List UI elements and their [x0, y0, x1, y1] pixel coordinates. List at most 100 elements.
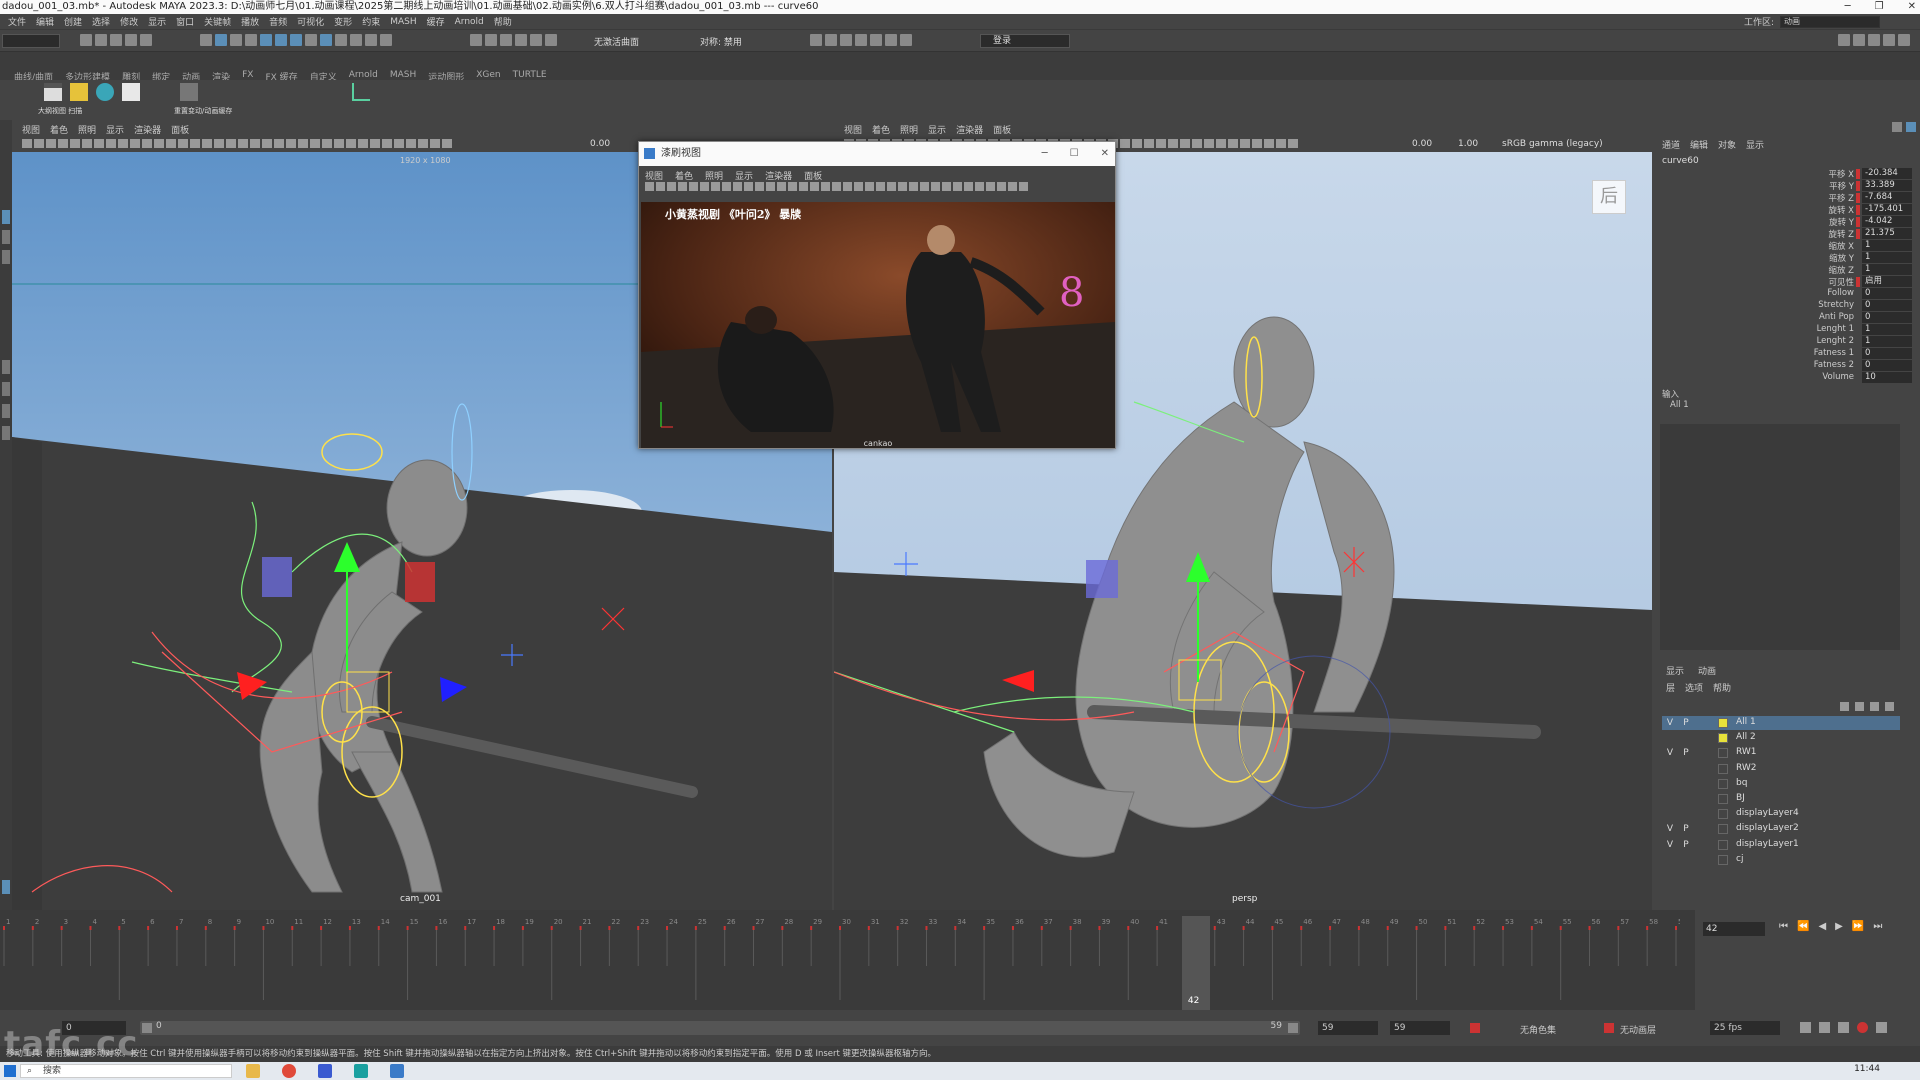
- pause-viewport-icon[interactable]: [900, 34, 912, 46]
- panel-pin-icon[interactable]: [1906, 122, 1916, 132]
- snap-curve-icon[interactable]: [485, 34, 497, 46]
- attr-value[interactable]: 1: [1862, 336, 1912, 347]
- sphere-shelf-icon[interactable]: [96, 83, 114, 101]
- mask-curves-icon[interactable]: [290, 34, 302, 46]
- anim-prefs-icon[interactable]: [1857, 1022, 1868, 1033]
- menu-audio[interactable]: 音频: [269, 15, 287, 28]
- attr-rotate-z[interactable]: 旋转 Z 21.375: [1760, 228, 1912, 240]
- layer-color-swatch[interactable]: [1718, 718, 1728, 728]
- layer-playback-toggle[interactable]: P: [1680, 823, 1692, 835]
- right-view-menu[interactable]: 视图: [844, 123, 862, 136]
- select-object-icon[interactable]: [215, 34, 227, 46]
- layer-menu-help[interactable]: 帮助: [1713, 681, 1731, 694]
- attr-fatness-2[interactable]: Fatness 20: [1760, 360, 1912, 372]
- new-scene-icon[interactable]: [80, 34, 92, 46]
- move-layer-down-icon[interactable]: [1855, 702, 1864, 711]
- move-layer-up-icon[interactable]: [1840, 702, 1849, 711]
- attr-value[interactable]: 10: [1862, 372, 1912, 383]
- layer-playback-toggle[interactable]: [1680, 808, 1692, 820]
- layer-color-swatch[interactable]: [1718, 854, 1728, 865]
- reset-cache-shelf-icon[interactable]: [180, 83, 198, 101]
- menu-windows[interactable]: 窗口: [176, 15, 194, 28]
- character-set-label[interactable]: 无角色集: [1520, 1023, 1556, 1036]
- app-icon[interactable]: [318, 1064, 332, 1078]
- current-frame-field[interactable]: 42: [1703, 922, 1765, 936]
- outliner-shelf-icon[interactable]: [44, 83, 62, 101]
- attr-translate-x[interactable]: 平移 X -20.384: [1760, 168, 1912, 180]
- left-renderer-menu[interactable]: 渲染器: [134, 123, 161, 136]
- lasso-icon[interactable]: [245, 34, 257, 46]
- menu-playback[interactable]: 播放: [241, 15, 259, 28]
- view-cube-back[interactable]: 后: [1592, 180, 1626, 214]
- layer-playback-toggle[interactable]: P: [1680, 839, 1692, 851]
- layer-playback-toggle[interactable]: [1680, 854, 1692, 866]
- layer-row[interactable]: displayLayer4: [1662, 807, 1900, 821]
- redo-icon[interactable]: [140, 34, 152, 46]
- menu-arnold[interactable]: Arnold: [455, 17, 484, 27]
- layout-two-icon[interactable]: [2, 404, 10, 418]
- settings-icon[interactable]: [1876, 1022, 1887, 1033]
- layer-color-swatch[interactable]: [1718, 763, 1728, 774]
- layer-menu-options[interactable]: 选项: [1685, 681, 1703, 694]
- menu-file[interactable]: 文件: [8, 15, 26, 28]
- snap-grid-icon[interactable]: [470, 34, 482, 46]
- minimize-icon[interactable]: ─: [1845, 0, 1851, 14]
- cache-playback-icon[interactable]: [1819, 1022, 1830, 1033]
- new-empty-layer-icon[interactable]: [1870, 702, 1879, 711]
- attr-value[interactable]: 启用: [1862, 276, 1912, 287]
- attr-value[interactable]: -4.042: [1862, 216, 1912, 227]
- attr-lenght-2[interactable]: Lenght 21: [1760, 336, 1912, 348]
- right-exposure-value[interactable]: 0.00: [1412, 139, 1432, 149]
- layer-visibility-toggle[interactable]: V: [1664, 839, 1676, 851]
- attribute-editor-icon[interactable]: [1853, 34, 1865, 46]
- channel-box-menu-show[interactable]: 显示: [1746, 138, 1764, 151]
- fps-dropdown[interactable]: 25 fps: [1710, 1021, 1780, 1035]
- menu-deform[interactable]: 变形: [334, 15, 352, 28]
- history-icon[interactable]: [810, 34, 822, 46]
- render-view-icon[interactable]: [825, 34, 837, 46]
- tool-settings-icon[interactable]: [1868, 34, 1880, 46]
- undo-icon[interactable]: [125, 34, 137, 46]
- attr-value[interactable]: 0: [1862, 360, 1912, 371]
- right-gamma-value[interactable]: 1.00: [1458, 139, 1478, 149]
- layer-visibility-toggle[interactable]: [1664, 793, 1676, 805]
- attr-value[interactable]: 33.389: [1862, 180, 1912, 191]
- float-panels-menu[interactable]: 面板: [804, 169, 822, 182]
- snap-view-plane-icon[interactable]: [530, 34, 542, 46]
- outliner-icon[interactable]: [1898, 34, 1910, 46]
- channel-box-icon[interactable]: [1883, 34, 1895, 46]
- render-frame-icon[interactable]: [840, 34, 852, 46]
- right-renderer-menu[interactable]: 渲染器: [956, 123, 983, 136]
- layer-color-swatch[interactable]: [1718, 778, 1728, 789]
- menu-set-dropdown[interactable]: [2, 34, 60, 48]
- save-scene-icon[interactable]: [110, 34, 122, 46]
- open-scene-icon[interactable]: [95, 34, 107, 46]
- layer-row[interactable]: bq: [1662, 777, 1900, 791]
- attr-stretchy[interactable]: Stretchy 0: [1760, 300, 1912, 312]
- render-settings-icon[interactable]: [870, 34, 882, 46]
- paint-tool-icon[interactable]: [2, 250, 10, 264]
- lasso-tool-icon[interactable]: [2, 230, 10, 244]
- step-back-frame-icon[interactable]: ◀︎: [1818, 921, 1826, 932]
- attr-scale-z[interactable]: 缩放 Z1: [1760, 264, 1912, 276]
- attr-lenght-1[interactable]: Lenght 11: [1760, 324, 1912, 336]
- step-forward-key-icon[interactable]: ⏩: [1852, 921, 1864, 932]
- select-tool-icon[interactable]: [2, 210, 10, 224]
- mask-dynamics-icon[interactable]: [335, 34, 347, 46]
- attr-value[interactable]: 0: [1862, 300, 1912, 311]
- layer-color-swatch[interactable]: [1718, 733, 1728, 744]
- attr-value[interactable]: -20.384: [1862, 168, 1912, 179]
- attr-rotate-y[interactable]: 旋转 Y -4.042: [1760, 216, 1912, 228]
- go-to-end-icon[interactable]: ⏭: [1873, 921, 1882, 932]
- close-icon[interactable]: ✕: [1908, 0, 1916, 14]
- attr-value[interactable]: 0: [1862, 312, 1912, 323]
- attr-visibility[interactable]: 可见性 启用: [1760, 276, 1912, 288]
- layer-playback-toggle[interactable]: [1680, 793, 1692, 805]
- attr-value[interactable]: -7.684: [1862, 192, 1912, 203]
- cube-shelf-icon[interactable]: [122, 83, 140, 101]
- layer-color-swatch[interactable]: [1718, 794, 1728, 804]
- layer-playback-toggle[interactable]: [1680, 763, 1692, 775]
- layer-playback-toggle[interactable]: P: [1680, 747, 1692, 759]
- layer-visibility-toggle[interactable]: V: [1664, 823, 1676, 835]
- attr-value[interactable]: 0: [1862, 348, 1912, 359]
